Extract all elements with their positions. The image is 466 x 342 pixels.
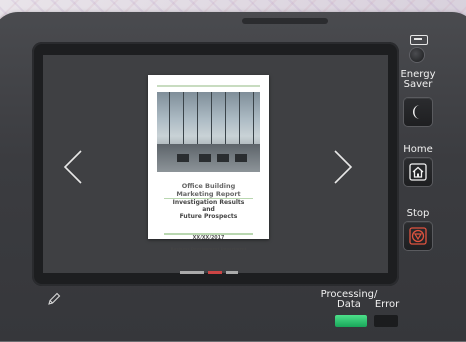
stop-label: Stop — [406, 208, 430, 219]
status-light — [410, 48, 424, 62]
error-led — [374, 315, 398, 327]
home-button[interactable] — [404, 158, 432, 186]
error-label: Error — [374, 299, 400, 310]
processing-data-led — [335, 315, 367, 327]
edit-button[interactable] — [46, 291, 62, 307]
home-label: Home — [403, 144, 433, 155]
previous-page-button[interactable] — [59, 147, 89, 187]
stop-icon — [409, 227, 427, 245]
energy-saver-label: Energy Saver — [400, 69, 436, 90]
document-accent-bar — [157, 85, 260, 87]
home-icon — [409, 163, 427, 181]
panel-slot — [242, 18, 328, 24]
document-footer-logos — [148, 259, 269, 278]
document-date: XX/XX/2017 — [192, 236, 225, 241]
document-title: Office Building Marketing Report — [176, 182, 241, 198]
document-preview[interactable]: Office Building Marketing Report Investi… — [148, 75, 269, 274]
document-department: Business Development Department — [170, 246, 247, 251]
energy-saver-button[interactable] — [404, 98, 432, 126]
pencil-icon — [48, 292, 61, 305]
touch-screen[interactable]: Office Building Marketing Report Investi… — [43, 55, 388, 274]
document-subtitle: Investigation Results and Future Prospec… — [172, 199, 245, 220]
energy-indicator-icon — [410, 35, 428, 45]
document-photo — [157, 92, 260, 172]
moon-icon — [413, 105, 420, 119]
next-page-button[interactable] — [327, 147, 357, 187]
stop-button[interactable] — [404, 222, 432, 250]
processing-data-label: Processing/ Data — [320, 289, 378, 310]
chevron-left-icon — [63, 150, 82, 184]
chevron-right-icon — [334, 150, 353, 184]
